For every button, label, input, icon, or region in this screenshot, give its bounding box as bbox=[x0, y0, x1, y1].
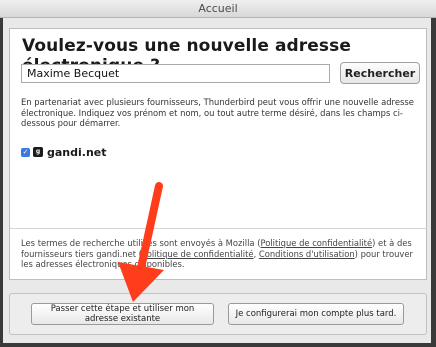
terms-text: Les termes de recherche utilisés sont en… bbox=[21, 238, 425, 270]
window-frame-bottom bbox=[0, 343, 436, 347]
search-button[interactable]: Rechercher bbox=[340, 62, 420, 84]
provider-name: gandi.net bbox=[47, 145, 107, 159]
gandi-logo-icon: g bbox=[33, 147, 43, 157]
name-search-input[interactable] bbox=[21, 64, 330, 83]
terms-part-1: Les termes de recherche utilisés sont en… bbox=[21, 238, 261, 248]
provider-checkbox[interactable]: ✓ bbox=[21, 147, 30, 157]
configure-later-button[interactable]: Je configurerai mon compte plus tard. bbox=[228, 303, 404, 325]
skip-use-existing-button[interactable]: Passer cette étape et utiliser mon adres… bbox=[31, 303, 214, 325]
window-frame-right bbox=[431, 18, 436, 347]
provider-option[interactable]: ✓ g gandi.net bbox=[21, 145, 107, 159]
privacy-policy-link-gandi[interactable]: Politique de confidentialité bbox=[142, 249, 254, 259]
window-frame-left bbox=[0, 18, 3, 347]
window-titlebar: Accueil bbox=[0, 0, 436, 18]
privacy-policy-link-mozilla[interactable]: Politique de confidentialité bbox=[260, 238, 372, 248]
terms-of-use-link[interactable]: Conditions d'utilisation bbox=[259, 249, 355, 259]
window-title: Accueil bbox=[198, 2, 238, 15]
description-text: En partenariat avec plusieurs fournisseu… bbox=[21, 97, 414, 129]
divider bbox=[10, 228, 426, 229]
